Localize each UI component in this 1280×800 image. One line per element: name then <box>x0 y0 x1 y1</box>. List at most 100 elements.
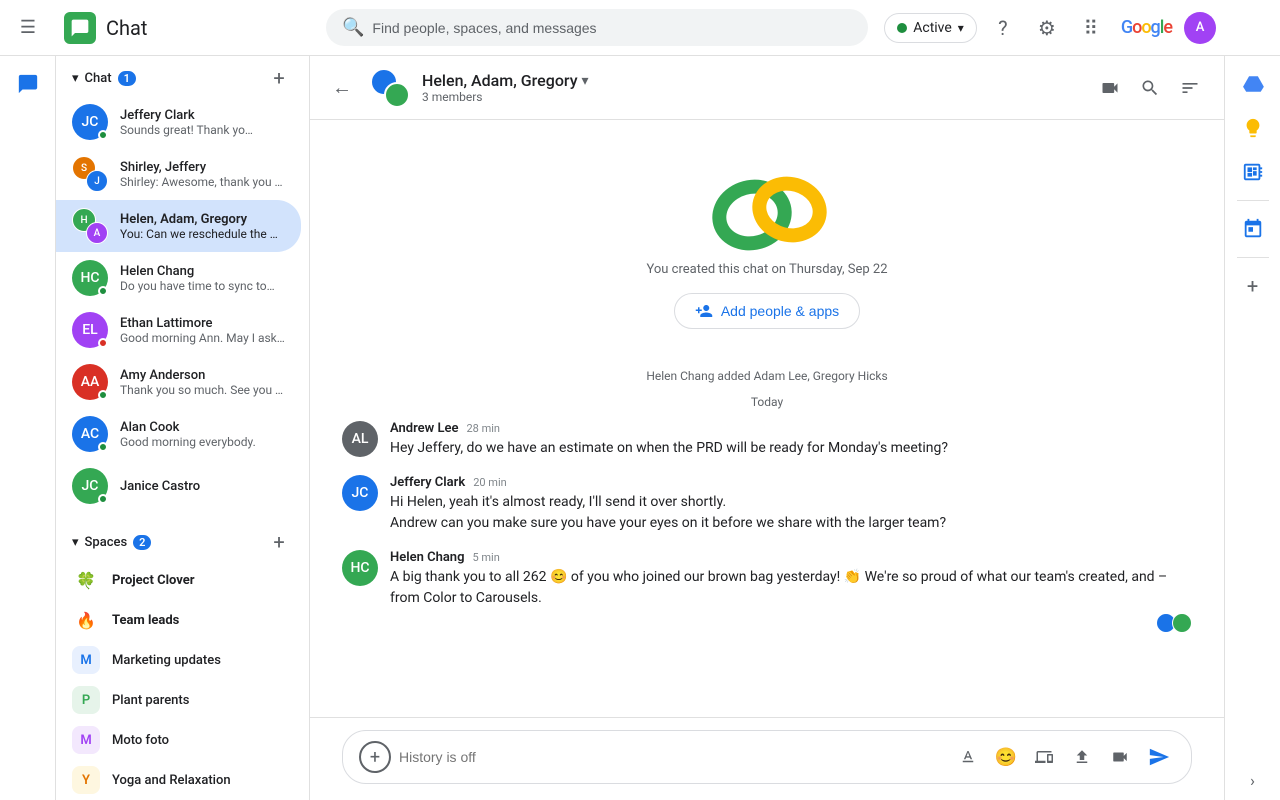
rail-chat-icon[interactable] <box>8 64 48 104</box>
shirley-av2: J <box>86 170 108 192</box>
chat-title-chevron[interactable]: ▾ <box>582 73 589 89</box>
ethan-name: Ethan Lattimore <box>120 316 285 331</box>
spaces-section-header[interactable]: ▾ Spaces 2 + <box>56 520 309 560</box>
add-apps-button[interactable]: + <box>1233 266 1273 306</box>
andrew-message-content: Andrew Lee 28 min Hey Jeffery, do we hav… <box>390 421 1192 459</box>
emoji-button[interactable]: 😊 <box>991 742 1021 772</box>
helen-chang-info: Helen Chang Do you have time to sync tom… <box>120 264 285 293</box>
add-people-button[interactable]: Add people & apps <box>674 293 860 329</box>
search-bar[interactable]: 🔍 <box>326 9 868 46</box>
chat-created-text: You created this chat on Thursday, Sep 2… <box>646 262 887 277</box>
amy-info: Amy Anderson Thank you so much. See you … <box>120 368 285 397</box>
space-moto[interactable]: M Moto foto <box>56 720 309 760</box>
chat-item-janice[interactable]: JC Janice Castro <box>56 460 301 512</box>
space-project-clover[interactable]: 🍀 Project Clover <box>56 560 309 600</box>
amy-preview: Thank you so much. See you there. <box>120 383 285 397</box>
alan-status <box>98 442 108 452</box>
jeffery-message-header: Jeffery Clark 20 min <box>390 475 1192 490</box>
andrew-time: 28 min <box>467 422 501 435</box>
chat-section-header[interactable]: ▾ Chat 1 + <box>56 56 309 96</box>
app-title: Chat <box>106 16 147 40</box>
spaces-badge: 2 <box>133 535 151 550</box>
reaction-avatar-2 <box>1172 613 1192 633</box>
chat-item-alan[interactable]: AC Alan Cook Good morning everybody. <box>56 408 301 460</box>
amy-name: Amy Anderson <box>120 368 285 383</box>
shirley-name: Shirley, Jeffery <box>120 160 285 175</box>
jeffery-message-text: Hi Helen, yeah it's almost ready, I'll s… <box>390 492 1192 534</box>
andrew-message-text: Hey Jeffery, do we have an estimate on w… <box>390 438 1192 459</box>
marketing-icon: M <box>72 646 100 674</box>
add-content-button[interactable]: + <box>359 741 391 773</box>
chat-item-jeffery[interactable]: JC Jeffery Clark Sounds great! Thank you… <box>56 96 301 148</box>
apps-button[interactable]: ⠿ <box>1073 10 1109 46</box>
app-logo <box>64 12 96 44</box>
helen-msg-name: Helen Chang <box>390 550 464 565</box>
video-call-button[interactable] <box>1092 70 1128 106</box>
chat-icon-graphic <box>707 160 827 250</box>
active-label: Active <box>913 20 952 36</box>
google-drive-button[interactable] <box>1233 64 1273 104</box>
main-chat-area: ← Helen, Adam, Gregory ▾ 3 members <box>310 56 1224 800</box>
left-rail <box>0 56 56 800</box>
reactions-row <box>390 613 1192 633</box>
text-format-button[interactable] <box>953 742 983 772</box>
team-leads-name: Team leads <box>112 613 179 628</box>
hamburger-menu[interactable]: ☰ <box>10 10 46 46</box>
attachment-button[interactable] <box>1029 742 1059 772</box>
active-status-button[interactable]: Active ▾ <box>884 13 977 43</box>
upload-button[interactable] <box>1067 742 1097 772</box>
andrew-message-header: Andrew Lee 28 min <box>390 421 1192 436</box>
chat-item-helen-chang[interactable]: HC Helen Chang Do you have time to sync … <box>56 252 301 304</box>
send-button[interactable] <box>1143 741 1175 773</box>
new-space-button[interactable]: + <box>265 528 293 556</box>
space-yoga[interactable]: Y Yoga and Relaxation <box>56 760 309 800</box>
alan-name: Alan Cook <box>120 420 285 435</box>
helen-msg-avatar: HC <box>342 550 378 586</box>
helen-group-info: Helen, Adam, Gregory You: Can we resched… <box>120 212 285 241</box>
helen-chang-status <box>98 286 108 296</box>
messages-area[interactable]: You created this chat on Thursday, Sep 2… <box>310 120 1224 717</box>
yoga-icon: Y <box>72 766 100 794</box>
spaces-section-label: Spaces <box>85 535 128 550</box>
chat-header-actions <box>1092 70 1208 106</box>
ethan-status <box>98 338 108 348</box>
chat-title: Helen, Adam, Gregory <box>422 71 578 90</box>
chat-item-helen-group[interactable]: H A Helen, Adam, Gregory You: Can we res… <box>56 200 301 252</box>
google-calendar-button[interactable] <box>1233 209 1273 249</box>
jeffery-msg-name: Jeffery Clark <box>390 475 465 490</box>
space-plant[interactable]: P Plant parents <box>56 680 309 720</box>
project-clover-icon: 🍀 <box>72 566 100 594</box>
chat-header-info: Helen, Adam, Gregory ▾ 3 members <box>422 71 589 104</box>
chat-item-amy[interactable]: AA Amy Anderson Thank you so much. See y… <box>56 356 301 408</box>
helen-av2: A <box>86 222 108 244</box>
message-input[interactable] <box>399 749 945 765</box>
expand-right-button[interactable]: › <box>1233 760 1273 800</box>
jeffery-preview: Sounds great! Thank you so much Ann! <box>120 123 256 137</box>
ethan-preview: Good morning Ann. May I ask a question? <box>120 331 285 345</box>
janice-avatar-wrapper: JC <box>72 468 108 504</box>
helen-message-text: A big thank you to all 262 😊 of you who … <box>390 567 1192 609</box>
expand-sidebar-button[interactable] <box>1172 70 1208 106</box>
google-tasks-button[interactable] <box>1233 152 1273 192</box>
new-chat-button[interactable]: + <box>265 64 293 92</box>
space-team-leads[interactable]: 🔥 Team leads <box>56 600 309 640</box>
back-button[interactable]: ← <box>326 72 358 104</box>
help-button[interactable]: ? <box>985 10 1021 46</box>
reaction-avatars <box>1160 613 1192 633</box>
message-jeffery: JC Jeffery Clark 20 min Hi Helen, yeah i… <box>342 475 1192 534</box>
ethan-avatar-wrapper: EL <box>72 312 108 348</box>
google-keep-button[interactable] <box>1233 108 1273 148</box>
chat-item-shirley[interactable]: S J Shirley, Jeffery Shirley: Awesome, t… <box>56 148 301 200</box>
chat-item-ethan[interactable]: EL Ethan Lattimore Good morning Ann. May… <box>56 304 301 356</box>
active-chevron: ▾ <box>958 21 964 35</box>
amy-avatar-wrapper: AA <box>72 364 108 400</box>
video-message-button[interactable] <box>1105 742 1135 772</box>
helen-message-content: Helen Chang 5 min A big thank you to all… <box>390 550 1192 633</box>
user-avatar[interactable]: A <box>1184 12 1216 44</box>
search-in-chat-button[interactable] <box>1132 70 1168 106</box>
message-helen: HC Helen Chang 5 min A big thank you to … <box>342 550 1192 633</box>
settings-button[interactable]: ⚙ <box>1029 10 1065 46</box>
janice-name: Janice Castro <box>120 479 285 494</box>
space-marketing[interactable]: M Marketing updates <box>56 640 309 680</box>
search-input[interactable] <box>372 20 852 36</box>
